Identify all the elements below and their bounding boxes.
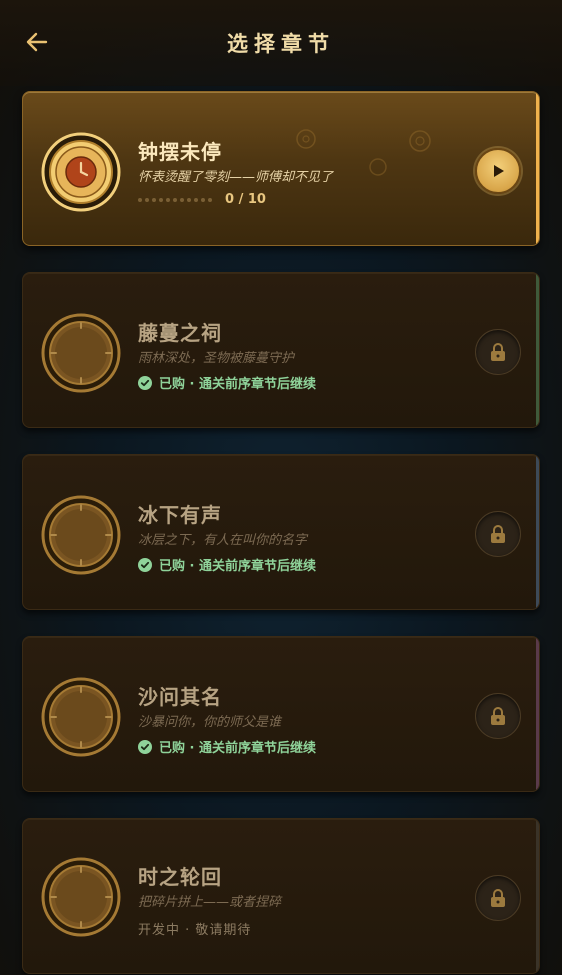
locked-medal-icon [41,857,121,937]
lock-button[interactable] [475,875,521,921]
chapter-card-1[interactable]: 钟摆未停 怀表烫醒了零刻——师傅却不见了 0 / 10 [22,91,540,246]
locked-medal-icon [41,313,121,393]
lock-icon [491,707,505,725]
lock-button[interactable] [475,329,521,375]
chapter-title: 藤蔓之祠 [138,321,222,345]
check-circle-icon [138,557,152,572]
header-bar: 选择章节 [0,0,562,86]
locked-medal-icon [41,677,121,757]
pocket-watch-medal [41,132,121,212]
status-badge: 已购 · 通关前序章节后继续 [138,373,316,392]
chapter-title: 冰下有声 [138,503,222,527]
lock-icon [491,525,505,543]
card-edge-accent [536,273,539,427]
status-text: 已购 · 通关前序章节后继续 [159,741,316,756]
lock-icon [491,889,505,907]
chapter-medal [41,677,121,757]
chapter-card-2[interactable]: 藤蔓之祠 雨林深处，圣物被藤蔓守护 已购 · 通关前序章节后继续 [22,272,540,428]
gear-decoration-icon [369,158,387,176]
gear-decoration-icon [409,130,431,152]
lock-icon [491,343,505,361]
card-edge-accent [536,819,539,973]
play-button[interactable] [475,148,521,194]
lock-button[interactable] [475,511,521,557]
gear-decoration-icon [296,129,316,149]
status-text: 开发中 · 敬请期待 [138,923,252,938]
chapter-subtitle: 怀表烫醒了零刻——师傅却不见了 [138,170,334,185]
progress-count: 0 / 10 [225,192,266,207]
status-badge: 已购 · 通关前序章节后继续 [138,555,316,574]
chapter-medal [41,857,121,937]
card-edge-accent [536,92,539,245]
check-circle-icon [138,375,152,390]
chapter-subtitle: 冰层之下，有人在叫你的名字 [138,533,308,548]
chapter-title: 钟摆未停 [138,140,222,164]
progress-dots [138,198,212,202]
chapter-card-5[interactable]: 时之轮回 把碎片拼上——或者捏碎 开发中 · 敬请期待 [22,818,540,974]
chapter-card-4[interactable]: 沙问其名 沙暴问你，你的师父是谁 已购 · 通关前序章节后继续 [22,636,540,792]
lock-button[interactable] [475,693,521,739]
chapter-subtitle: 把碎片拼上——或者捏碎 [138,895,282,910]
chapter-card-3[interactable]: 冰下有声 冰层之下，有人在叫你的名字 已购 · 通关前序章节后继续 [22,454,540,610]
chapter-medal [41,495,121,575]
page-title: 选择章节 [227,32,335,56]
status-text: 已购 · 通关前序章节后继续 [159,377,316,392]
chapter-title: 时之轮回 [138,865,222,889]
card-edge-accent [536,637,539,791]
pocket-watch-icon [41,132,121,212]
chapter-title: 沙问其名 [138,685,222,709]
play-icon [494,165,504,177]
status-text: 已购 · 通关前序章节后继续 [159,559,316,574]
chapter-subtitle: 雨林深处，圣物被藤蔓守护 [138,351,295,366]
card-edge-accent [536,455,539,609]
status-badge: 已购 · 通关前序章节后继续 [138,737,316,756]
chapter-medal [41,313,121,393]
chapter-subtitle: 沙暴问你，你的师父是谁 [138,715,282,730]
check-circle-icon [138,739,152,754]
locked-medal-icon [41,495,121,575]
